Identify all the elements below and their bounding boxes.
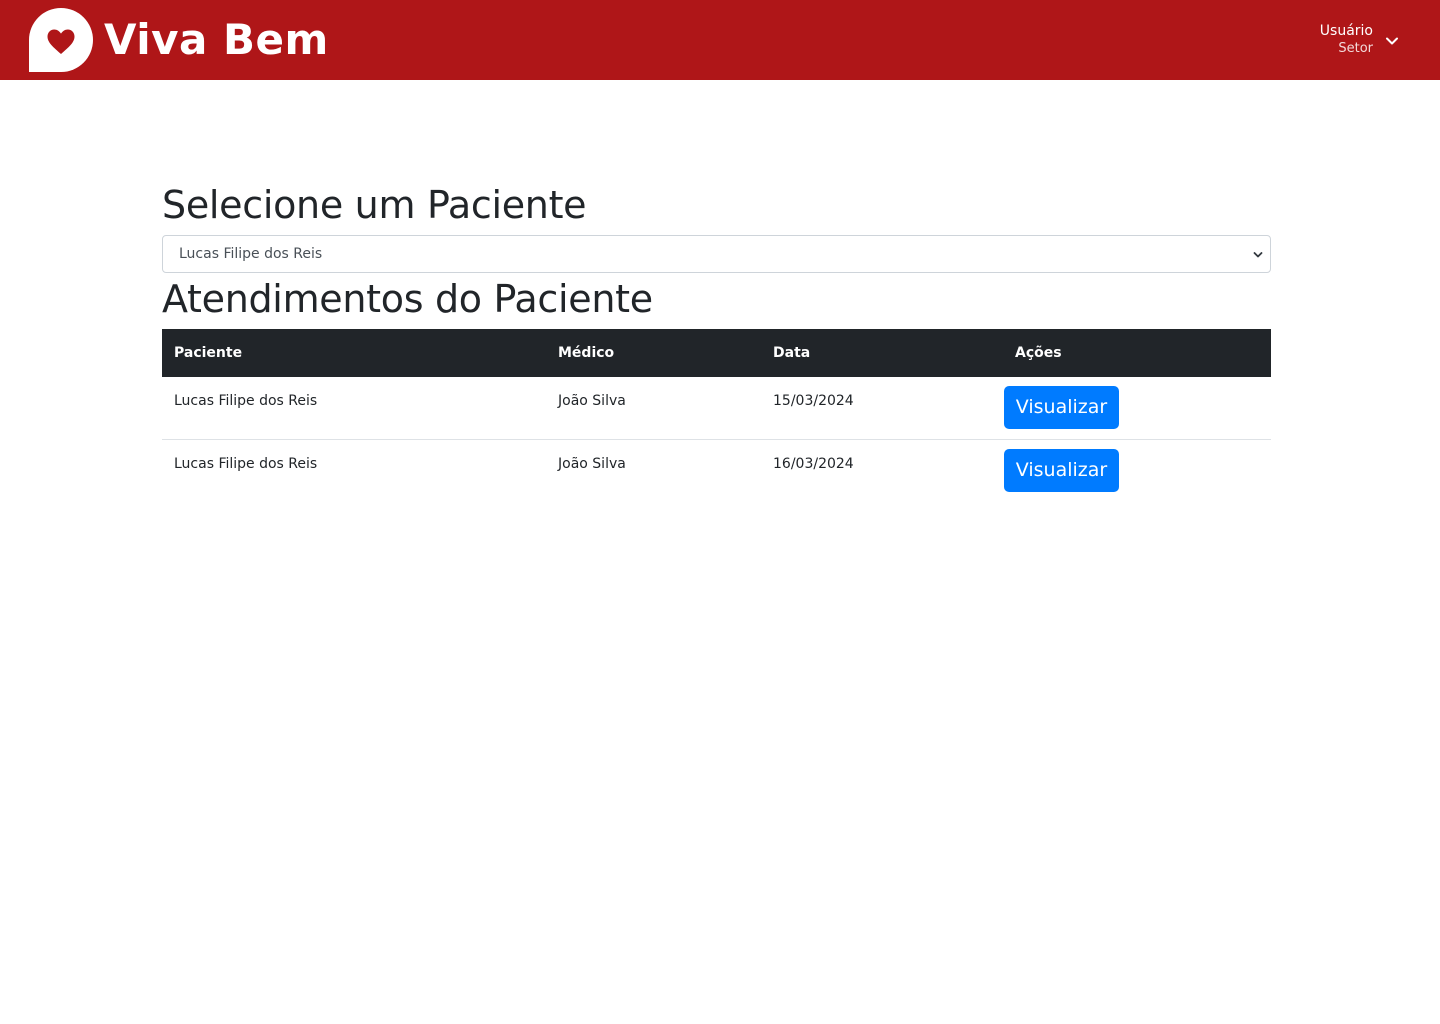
cell-paciente: Lucas Filipe dos Reis: [174, 393, 318, 409]
table-row: Lucas Filipe dos Reis João Silva 16/03/2…: [162, 440, 1271, 503]
column-header-paciente: Paciente: [174, 345, 243, 361]
table-row: Lucas Filipe dos Reis João Silva 15/03/2…: [162, 377, 1271, 440]
view-button[interactable]: Visualizar: [1004, 386, 1119, 429]
appointments-table: Paciente Médico Data Ações Lucas Filipe …: [162, 329, 1271, 503]
user-menu-dropdown[interactable]: Usuário Setor: [1290, 22, 1410, 60]
chevron-down-icon: [1386, 37, 1398, 45]
table-header: Paciente Médico Data Ações: [162, 329, 1271, 377]
cell-medico: João Silva: [558, 393, 626, 409]
patient-select[interactable]: Lucas Filipe dos Reis: [162, 235, 1271, 273]
column-header-acoes: Ações: [1015, 345, 1062, 361]
heart-speech-bubble-logo-icon[interactable]: [29, 8, 93, 72]
appointments-heading: Atendimentos do Paciente: [162, 277, 653, 321]
cell-paciente: Lucas Filipe dos Reis: [174, 456, 318, 472]
column-header-data: Data: [773, 345, 811, 361]
top-navbar: Viva Bem Usuário Setor: [0, 0, 1440, 80]
user-name: Usuário: [1319, 23, 1373, 39]
user-sector: Setor: [1338, 41, 1373, 56]
patient-select-heading: Selecione um Paciente: [162, 183, 587, 227]
cell-data: 16/03/2024: [773, 456, 854, 472]
chevron-down-icon: [1253, 252, 1263, 258]
view-button[interactable]: Visualizar: [1004, 449, 1119, 492]
cell-medico: João Silva: [558, 456, 626, 472]
cell-data: 15/03/2024: [773, 393, 854, 409]
patient-select-value: Lucas Filipe dos Reis: [179, 246, 323, 262]
column-header-medico: Médico: [558, 345, 615, 361]
brand-name[interactable]: Viva Bem: [104, 13, 329, 67]
